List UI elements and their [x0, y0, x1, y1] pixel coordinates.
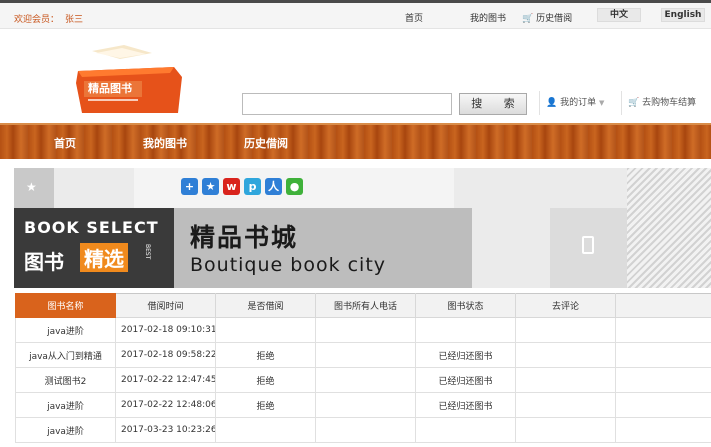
share-wechat-icon[interactable]: ● [286, 178, 303, 195]
cell-borrow-time: 2017-02-22 12:48:06.0 [115, 392, 216, 418]
my-orders-label: 我的订单 [560, 98, 597, 108]
cart-small-icon: 🛒 [522, 14, 534, 24]
cell-is-borrowed [215, 417, 316, 443]
cart-icon: 🛒 [628, 98, 640, 108]
cell-extra [615, 417, 711, 443]
header: 精品图书 搜 索 👤 我的订单 ▼ 🛒 去购物车结算 [0, 29, 711, 123]
cart-checkout-button[interactable]: 🛒 去购物车结算 [621, 91, 711, 115]
cell-book-status: 已经归还图书 [415, 367, 516, 393]
col-book-name[interactable]: 图书名称 [15, 293, 116, 318]
phone-icon [582, 236, 594, 254]
main-nav-home[interactable]: 首页 [54, 135, 76, 151]
cell-is-borrowed: 拒绝 [215, 367, 316, 393]
search-button[interactable]: 搜 索 [459, 93, 527, 115]
striped-decoration [627, 168, 711, 288]
search-input[interactable] [242, 93, 452, 115]
cell-book-status [415, 417, 516, 443]
cell-extra [615, 392, 711, 418]
cell-comment[interactable] [515, 367, 616, 393]
cell-is-borrowed: 拒绝 [215, 342, 316, 368]
star-icon: ★ [26, 180, 37, 194]
user-icon: 👤 [546, 98, 558, 108]
phone-panel [550, 208, 630, 288]
my-orders-button[interactable]: 👤 我的订单 ▼ [539, 91, 621, 115]
cell-comment[interactable] [515, 317, 616, 343]
cell-comment[interactable] [515, 417, 616, 443]
table-row: 测试图书2 2017-02-22 12:47:45.0 拒绝 已经归还图书 [15, 367, 711, 393]
cell-comment[interactable] [515, 392, 616, 418]
book-select-title: BOOK SELECT [24, 218, 159, 237]
main-nav-history[interactable]: 历史借阅 [244, 135, 288, 151]
col-owner-phone[interactable]: 图书所有人电话 [315, 293, 416, 318]
cell-borrow-time: 2017-02-18 09:10:31.0 [115, 317, 216, 343]
site-logo[interactable]: 精品图书 [74, 43, 184, 113]
cell-book-status: 已经归还图书 [415, 392, 516, 418]
book-select-block: BOOK SELECT 图书 精选 BEST [14, 208, 174, 288]
promo-banner: ★ + ★ w p 人 ● BOOK SELECT 图书 精选 BEST 精品书… [14, 168, 711, 288]
jingxuan-text: 精选 [80, 243, 128, 272]
col-is-borrowed[interactable]: 是否借阅 [215, 293, 316, 318]
share-tencent-icon[interactable]: p [244, 178, 261, 195]
book-city-block: 精品书城 Boutique book city [174, 208, 472, 288]
cell-owner-phone [315, 367, 416, 393]
cell-borrow-time: 2017-03-23 10:23:26.0 [115, 417, 216, 443]
share-renren-icon[interactable]: 人 [265, 178, 282, 195]
cell-is-borrowed [215, 317, 316, 343]
table-row: java进阶 2017-02-22 12:48:06.0 拒绝 已经归还图书 [15, 392, 711, 418]
col-book-status[interactable]: 图书状态 [415, 293, 516, 318]
top-bar: 欢迎会员： 张三 首页 我的图书 🛒 历史借阅 中文 English [0, 3, 711, 29]
chevron-down-icon: ▼ [598, 99, 605, 107]
cell-borrow-time: 2017-02-18 09:58:22.0 [115, 342, 216, 368]
cart-label: 去购物车结算 [642, 98, 697, 108]
col-borrow-time[interactable]: 借阅时间 [115, 293, 216, 318]
main-nav-my-books[interactable]: 我的图书 [143, 135, 187, 151]
cell-extra [615, 317, 711, 343]
top-nav-history[interactable]: 🛒 历史借阅 [522, 11, 572, 24]
cell-borrow-time: 2017-02-22 12:47:45.0 [115, 367, 216, 393]
welcome-label: 欢迎会员： [14, 15, 60, 25]
cell-book-name: java进阶 [15, 317, 116, 343]
cell-comment[interactable] [515, 342, 616, 368]
share-qzone-icon[interactable]: ★ [202, 178, 219, 195]
table-header-row: 图书名称 借阅时间 是否借阅 图书所有人电话 图书状态 去评论 [15, 293, 711, 318]
top-nav-my-books[interactable]: 我的图书 [470, 11, 506, 24]
share-plus-icon[interactable]: + [181, 178, 198, 195]
cell-owner-phone [315, 417, 416, 443]
best-text: BEST [144, 244, 151, 260]
cell-book-name: 测试图书2 [15, 367, 116, 393]
borrow-history-table: 图书名称 借阅时间 是否借阅 图书所有人电话 图书状态 去评论 java进阶 2… [15, 293, 711, 443]
cell-extra [615, 367, 711, 393]
username-link[interactable]: 张三 [65, 15, 83, 25]
cell-is-borrowed: 拒绝 [215, 392, 316, 418]
cell-book-status: 已经归还图书 [415, 342, 516, 368]
table-row: java进阶 2017-03-23 10:23:26.0 [15, 417, 711, 443]
tushu-text: 图书 [24, 250, 64, 274]
col-go-comment[interactable]: 去评论 [515, 293, 616, 318]
top-nav-home[interactable]: 首页 [405, 11, 423, 24]
lang-cn-button[interactable]: 中文 [597, 8, 641, 22]
cell-book-name: java从入门到精通 [15, 342, 116, 368]
share-icons: + ★ w p 人 ● [181, 178, 303, 195]
logo-text: 精品图书 [88, 81, 132, 95]
main-nav: 首页 我的图书 历史借阅 [0, 123, 711, 159]
cell-book-name: java进阶 [15, 392, 116, 418]
cell-owner-phone [315, 317, 416, 343]
book-city-en: Boutique book city [190, 254, 387, 276]
cell-book-status [415, 317, 516, 343]
share-weibo-icon[interactable]: w [223, 178, 240, 195]
cell-owner-phone [315, 392, 416, 418]
book-city-cn: 精品书城 [190, 223, 299, 252]
welcome-text: 欢迎会员： 张三 [14, 12, 83, 25]
table-row: java进阶 2017-02-18 09:10:31.0 [15, 317, 711, 343]
lang-en-button[interactable]: English [661, 8, 705, 22]
table-row: java从入门到精通 2017-02-18 09:58:22.0 拒绝 已经归还… [15, 342, 711, 368]
top-nav-history-label: 历史借阅 [536, 14, 573, 24]
cell-owner-phone [315, 342, 416, 368]
cell-extra [615, 342, 711, 368]
col-extra [615, 293, 711, 318]
cell-book-name: java进阶 [15, 417, 116, 443]
